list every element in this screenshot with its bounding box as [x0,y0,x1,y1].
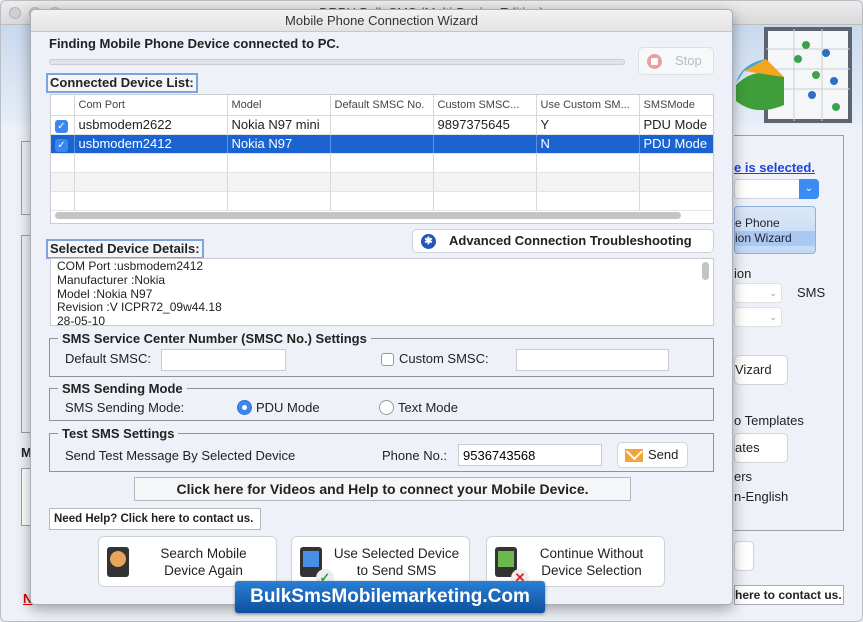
detail-line: Revision :V ICPR72_09w44.18 [57,300,222,315]
horizontal-scrollbar[interactable] [55,212,681,219]
table-row-empty [51,153,713,173]
pdu-mode-label: PDU Mode [256,400,320,415]
continue-without-device-button[interactable]: ✕ Continue Without Device Selection [486,536,665,587]
button-line: to Send SMS [356,563,437,578]
column-header-com-port[interactable]: Com Port [74,95,228,116]
detail-line: Manufacturer :Nokia [57,272,166,287]
default-smsc-label: Default SMSC: [65,351,151,366]
connected-device-list-label: Connected Device List: [46,73,198,93]
column-header-use-custom[interactable]: Use Custom SM... [536,95,640,116]
options-groupbox [734,135,844,531]
sms-sending-mode-legend: SMS Sending Mode [62,381,183,396]
vertical-scrollbar[interactable] [702,262,709,280]
table-row[interactable]: ✓ usbmodem2622 Nokia N97 mini 9897375645… [51,115,713,135]
search-progress-bar [49,59,625,65]
stop-button[interactable]: Stop [638,47,714,75]
send-test-button[interactable]: Send [617,442,688,468]
cell-use-custom: N [536,134,640,154]
selected-device-details-label: Selected Device Details: [46,239,204,259]
cell-model: Nokia N97 [227,134,331,154]
stop-button-label: Stop [675,53,702,68]
connection-wizard-dialog: Mobile Phone Connection Wizard Finding M… [30,9,733,605]
search-again-button[interactable]: Search Mobile Device Again [98,536,277,587]
cell-custom-smsc [433,134,537,154]
column-header-default-smsc[interactable]: Default SMSC No. [330,95,434,116]
table-row-selected[interactable]: ✓ usbmodem2412 Nokia N97 N PDU Mode [51,134,713,154]
pdu-mode-radio[interactable] [237,400,252,415]
use-selected-device-button[interactable]: ✓ Use Selected Device to Send SMS [291,536,470,587]
table-row-empty [51,191,713,211]
status-text: Finding Mobile Phone Device connected to… [49,36,340,51]
table-row-empty [51,172,713,192]
column-header-sms-mode[interactable]: SMSMode [639,95,713,116]
button-line: Continue Without [539,546,644,561]
button-line: Device Selection [541,563,642,578]
smsc-settings-legend: SMS Service Center Number (SMSC No.) Set… [62,331,367,346]
send-button-label: Send [648,447,679,462]
row-checkbox[interactable]: ✓ [55,138,68,152]
phone-number-input[interactable] [458,444,602,466]
cell-default-smsc [330,134,434,154]
device-details-textarea[interactable]: COM Port :usbmodem2412 Manufacturer :Nok… [50,258,714,329]
advanced-button-label: Advanced Connection Troubleshooting [449,233,692,248]
cell-sms-mode: PDU Mode [639,115,713,135]
close-window-button[interactable] [9,7,21,19]
default-smsc-input[interactable] [161,349,286,371]
brand-banner: BulkSmsMobilemarketing.Com [235,581,545,613]
cell-custom-smsc: 9897375645 [433,115,537,135]
column-header-model[interactable]: Model [227,95,331,116]
search-phone-icon [107,547,129,577]
column-header-check[interactable] [51,95,75,116]
cell-default-smsc [330,115,434,135]
cell-com-port: usbmodem2622 [74,115,228,135]
custom-smsc-label: Custom SMSC: [399,351,489,366]
button-line: Device Again [164,563,243,578]
advanced-troubleshooting-button[interactable]: ✱ Advanced Connection Troubleshooting [412,229,714,253]
dialog-title: Mobile Phone Connection Wizard [31,10,732,32]
text-mode-label: Text Mode [398,400,458,415]
button-line: Search Mobile [160,546,247,561]
phone-number-label: Phone No.: [382,448,448,463]
cell-com-port: usbmodem2412 [74,134,228,154]
envelope-icon [625,449,643,462]
column-header-custom-smsc[interactable]: Custom SMSC... [433,95,537,116]
device-table: Com Port Model Default SMSC No. Custom S… [50,94,714,224]
chart-logo-icon [736,27,852,123]
bg-button[interactable] [734,541,754,571]
cell-use-custom: Y [536,115,640,135]
button-line: Use Selected Device [333,546,460,561]
detail-line: 28-05-10 [57,314,106,329]
custom-smsc-input[interactable] [516,349,669,371]
contact-us-link[interactable]: here to contact us. [734,585,844,605]
table-header-row: Com Port Model Default SMSC No. Custom S… [51,95,713,116]
text-mode-radio[interactable] [379,400,394,415]
cell-sms-mode: PDU Mode [639,134,713,154]
custom-smsc-checkbox[interactable] [381,353,394,366]
test-sms-legend: Test SMS Settings [62,426,175,441]
videos-help-button[interactable]: Click here for Videos and Help to connec… [134,477,631,501]
contact-help-button[interactable]: Need Help? Click here to contact us. [49,508,261,530]
row-checkbox[interactable]: ✓ [55,119,68,133]
detail-line: Model :Nokia N97 [57,286,153,301]
phone-check-icon: ✓ [300,547,334,587]
detail-line: COM Port :usbmodem2412 [57,259,204,273]
test-message-label: Send Test Message By Selected Device [65,448,296,463]
stop-icon [647,54,662,69]
phone-cancel-icon: ✕ [495,547,529,587]
cell-model: Nokia N97 mini [227,115,331,135]
gear-icon: ✱ [421,234,436,249]
sms-sending-mode-label: SMS Sending Mode: [65,400,185,415]
